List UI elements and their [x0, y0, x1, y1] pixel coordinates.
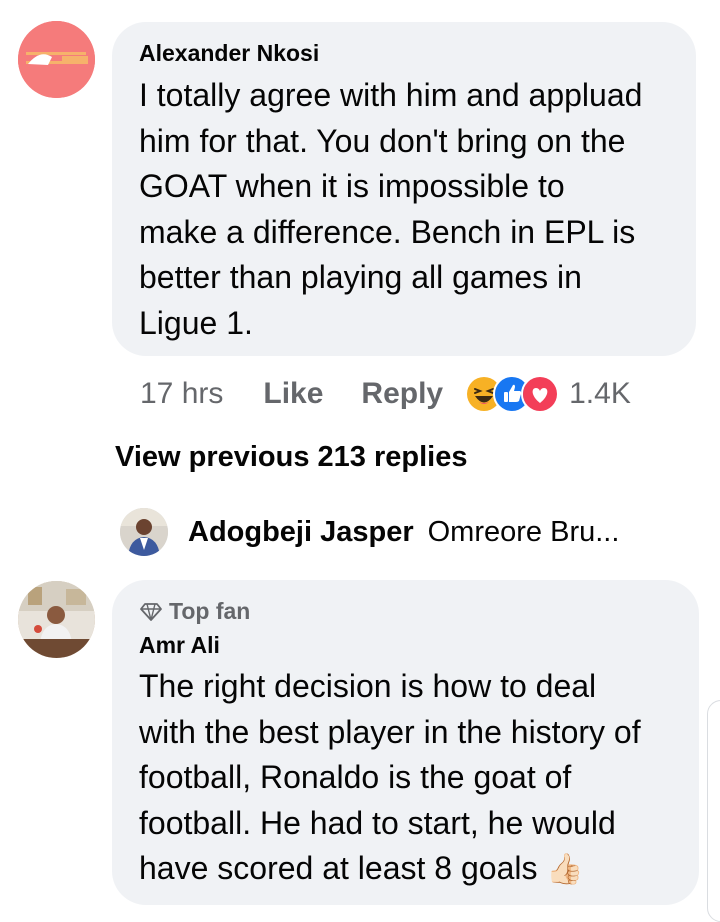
avatar-alexander-nkosi[interactable]	[18, 21, 95, 98]
comment-author[interactable]: Amr Ali	[139, 632, 699, 659]
comment-bubble[interactable]: Top fan Amr Ali The right decision is ho…	[112, 580, 699, 905]
reply-snippet: Omreore Bru...	[427, 515, 620, 548]
reply-author[interactable]: Adogbeji Jasper	[188, 516, 414, 549]
avatar-logo-icon	[18, 21, 95, 98]
avatar-adogbeji-jasper[interactable]	[120, 508, 168, 556]
comment-actions: 17 hrs Like Reply 1.4K	[140, 372, 631, 416]
comment-bubble[interactable]: Alexander Nkosi I totally agree with him…	[112, 22, 696, 356]
reply-preview[interactable]: Adogbeji Jasper Omreore Bru...	[120, 508, 619, 556]
comment-author[interactable]: Alexander Nkosi	[139, 40, 696, 67]
reply-button[interactable]: Reply	[361, 377, 443, 411]
profile-photo-icon	[18, 581, 95, 658]
diamond-icon	[140, 602, 162, 621]
avatar-amr-ali[interactable]	[18, 581, 95, 658]
comment-timestamp[interactable]: 17 hrs	[140, 377, 223, 411]
adjacent-card-edge	[707, 700, 720, 922]
comment-text: The right decision is how to deal with t…	[139, 664, 699, 893]
reaction-count[interactable]: 1.4K	[569, 377, 631, 411]
profile-photo-icon	[120, 508, 168, 556]
thumbs-up-emoji-icon: 👍🏻	[546, 853, 584, 886]
love-reaction-icon	[521, 375, 560, 413]
view-previous-replies-link[interactable]: View previous 213 replies	[115, 441, 468, 474]
reactions-summary[interactable]	[465, 375, 560, 413]
like-button[interactable]: Like	[263, 377, 323, 411]
badge-label: Top fan	[169, 598, 251, 624]
top-fan-badge: Top fan	[139, 598, 699, 625]
comment-text: I totally agree with him and appluad him…	[139, 77, 643, 341]
